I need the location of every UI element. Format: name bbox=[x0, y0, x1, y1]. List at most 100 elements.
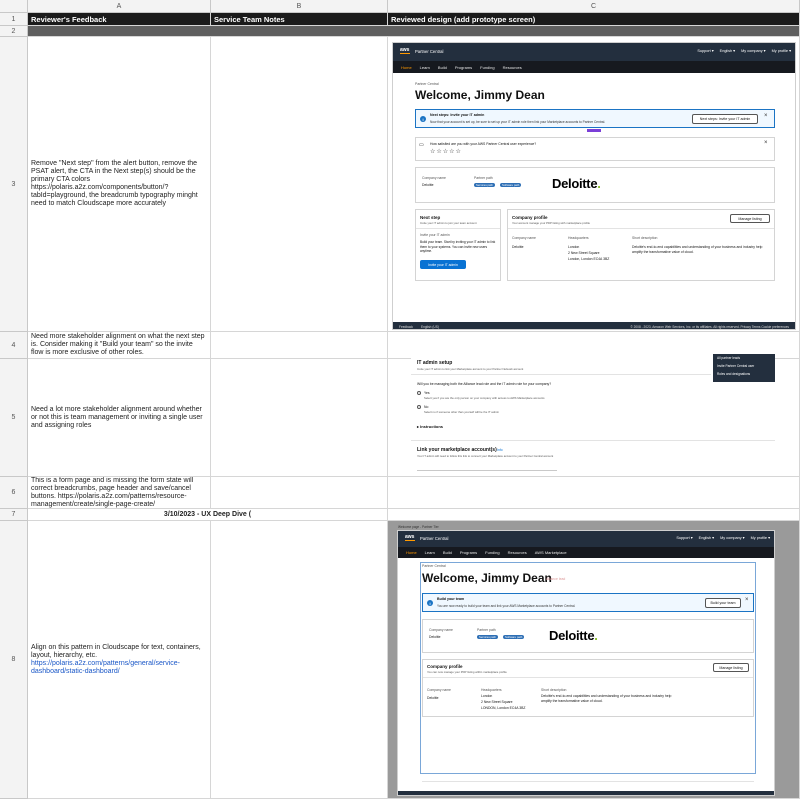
nav-funding[interactable]: Funding bbox=[485, 550, 499, 555]
close-icon[interactable]: × bbox=[764, 113, 768, 119]
row-number[interactable]: 5 bbox=[0, 359, 28, 477]
header-cell-service-team-notes[interactable]: Service Team Notes bbox=[211, 13, 388, 26]
header-cell-reviewed-design[interactable]: Reviewed design (add prototype screen) bbox=[388, 13, 800, 26]
design-cell-row-7[interactable] bbox=[388, 509, 800, 521]
no-radio[interactable] bbox=[417, 405, 421, 409]
no-label: No bbox=[424, 405, 429, 409]
aws-top-bar: aws Partner Central Support ▾ English ▾ … bbox=[398, 531, 774, 547]
nav-build[interactable]: Build bbox=[443, 550, 452, 555]
aws-logo: aws bbox=[405, 534, 415, 541]
instructions-expander[interactable]: ▸ Instructions bbox=[417, 424, 443, 429]
row-number[interactable]: 7 bbox=[0, 509, 28, 521]
column-header-a[interactable]: A bbox=[28, 0, 211, 13]
language-selector[interactable]: English (US) bbox=[421, 325, 439, 329]
page-footer: Feedback English (US) © 2008 - 2023, Ama… bbox=[393, 322, 795, 329]
company-menu[interactable]: My company ▾ bbox=[741, 48, 765, 53]
notes-cell-row-4[interactable] bbox=[211, 332, 388, 359]
next-step-subtitle: Invite your IT admin to join your team a… bbox=[420, 221, 477, 225]
manage-listing-button[interactable]: Manage listing bbox=[713, 663, 749, 672]
row-number[interactable]: 4 bbox=[0, 332, 28, 359]
language-menu[interactable]: English ▾ bbox=[699, 535, 714, 540]
company-name-value: Deloitte bbox=[429, 635, 441, 639]
divider bbox=[423, 677, 753, 678]
menu-item[interactable]: All partner leads bbox=[713, 354, 775, 362]
link-marketplace-subtitle: Your IT admin will need to follow this l… bbox=[417, 454, 554, 458]
build-your-team-button[interactable]: Build your team bbox=[705, 598, 741, 608]
feedback-text: Remove "Next step" from the alert button… bbox=[31, 160, 198, 207]
feedback-cell-row-6[interactable]: This is a form page and is missing the f… bbox=[28, 477, 211, 509]
feedback-cell-row-3[interactable]: Remove "Next step" from the alert button… bbox=[28, 37, 211, 332]
close-icon[interactable]: × bbox=[745, 597, 749, 603]
profile-menu[interactable]: My profile ▾ bbox=[772, 48, 791, 53]
company-profile-title: Company profile bbox=[512, 215, 548, 220]
nav-home[interactable]: Home bbox=[406, 550, 417, 555]
rating-stars[interactable]: ☆☆☆☆☆ bbox=[430, 148, 462, 155]
nav-aws-marketplace[interactable]: AWS Marketplace bbox=[535, 550, 567, 555]
section-separator-row[interactable] bbox=[28, 26, 800, 37]
header-cell-reviewer-feedback[interactable]: Reviewer's Feedback bbox=[28, 13, 211, 26]
company-name-column: Company name bbox=[427, 688, 451, 692]
prototype-screen-welcome-v1: aws Partner Central Support ▾ English ▾ … bbox=[392, 42, 796, 330]
breadcrumb[interactable]: Partner Central bbox=[422, 564, 446, 568]
menu-item[interactable]: Invite Partner Central user bbox=[713, 362, 775, 370]
feedback-cell-row-4[interactable]: Need more stakeholder alignment on what … bbox=[28, 332, 211, 359]
divider bbox=[411, 440, 775, 441]
yes-radio[interactable] bbox=[417, 391, 421, 395]
hq-line: London bbox=[481, 694, 493, 698]
manage-listing-button[interactable]: Manage listing bbox=[730, 214, 770, 223]
support-menu[interactable]: Support ▾ bbox=[697, 48, 713, 53]
company-menu[interactable]: My company ▾ bbox=[720, 535, 744, 540]
company-summary-panel: Company name Deloitte Partner path Servi… bbox=[415, 167, 775, 203]
nav-programs[interactable]: Programs bbox=[460, 550, 477, 555]
language-menu[interactable]: English ▾ bbox=[720, 48, 735, 53]
row-number[interactable]: 2 bbox=[0, 26, 28, 37]
row-number[interactable]: 1 bbox=[0, 13, 28, 26]
notes-cell-row-3[interactable] bbox=[211, 37, 388, 332]
it-admin-subtitle: Invite your IT admin to link your Market… bbox=[417, 367, 524, 371]
input-field[interactable] bbox=[417, 470, 557, 471]
info-icon: i bbox=[420, 116, 426, 122]
row-number[interactable]: 6 bbox=[0, 477, 28, 509]
profile-menu[interactable]: My profile ▾ bbox=[751, 535, 770, 540]
hq-line: LONDON, London EC4A 3BZ bbox=[481, 706, 526, 710]
row-number[interactable]: 8 bbox=[0, 521, 28, 799]
date-section-cell[interactable]: 3/10/2023 - UX Deep Dive ( bbox=[28, 509, 388, 521]
divider bbox=[508, 228, 774, 229]
close-icon[interactable]: × bbox=[764, 140, 768, 146]
notes-cell-row-8[interactable] bbox=[211, 521, 388, 799]
company-profile-title: Company profile bbox=[427, 664, 463, 669]
nav-build[interactable]: Build bbox=[438, 65, 447, 70]
software-path-badge: Software path bbox=[500, 183, 522, 187]
column-header-b[interactable]: B bbox=[211, 0, 388, 13]
cloudscape-dashboard-link[interactable]: https://polaris.a2z.com/patterns/general… bbox=[31, 660, 207, 676]
nav-learn[interactable]: Learn bbox=[425, 550, 435, 555]
company-name-value: Deloitte bbox=[512, 245, 524, 249]
menu-item[interactable]: Roles and designations bbox=[713, 370, 775, 378]
invite-it-admin-button[interactable]: Invite your IT admin bbox=[420, 260, 466, 269]
nav-funding[interactable]: Funding bbox=[480, 65, 494, 70]
feedback-link[interactable]: Feedback bbox=[399, 325, 413, 329]
design-cell-row-6[interactable] bbox=[388, 477, 800, 509]
column-header-c[interactable]: C bbox=[388, 0, 800, 13]
nav-learn[interactable]: Learn bbox=[420, 65, 430, 70]
nav-home[interactable]: Home bbox=[401, 65, 412, 70]
notes-cell-row-5[interactable] bbox=[211, 359, 388, 477]
company-profile-panel: Company profile Your account manage your… bbox=[507, 209, 775, 281]
nav-resources[interactable]: Resources bbox=[503, 65, 522, 70]
feedback-text: Need a lot more stakeholder alignment ar… bbox=[31, 405, 203, 429]
feedback-cell-row-8[interactable]: Align on this pattern in Cloudscape for … bbox=[28, 521, 211, 799]
info-link[interactable]: Info bbox=[497, 448, 503, 452]
date-section-label: 3/10/2023 - UX Deep Dive ( bbox=[163, 510, 252, 518]
notes-cell-row-6[interactable] bbox=[211, 477, 388, 509]
support-menu[interactable]: Support ▾ bbox=[676, 535, 692, 540]
feedback-cell-row-5[interactable]: Need a lot more stakeholder alignment ar… bbox=[28, 359, 211, 477]
aws-top-bar: aws Partner Central Support ▾ English ▾ … bbox=[393, 43, 795, 61]
breadcrumb[interactable]: Partner Central bbox=[415, 82, 439, 86]
nav-resources[interactable]: Resources bbox=[508, 550, 527, 555]
alert-next-step-button[interactable]: Next steps: Invite your IT admin bbox=[692, 114, 758, 124]
nav-programs[interactable]: Programs bbox=[455, 65, 472, 70]
corner-cell[interactable] bbox=[0, 0, 28, 13]
row-number[interactable]: 3 bbox=[0, 37, 28, 332]
info-icon: i bbox=[427, 600, 433, 606]
psat-question: How satisfied are you with your AWS Part… bbox=[430, 142, 537, 146]
